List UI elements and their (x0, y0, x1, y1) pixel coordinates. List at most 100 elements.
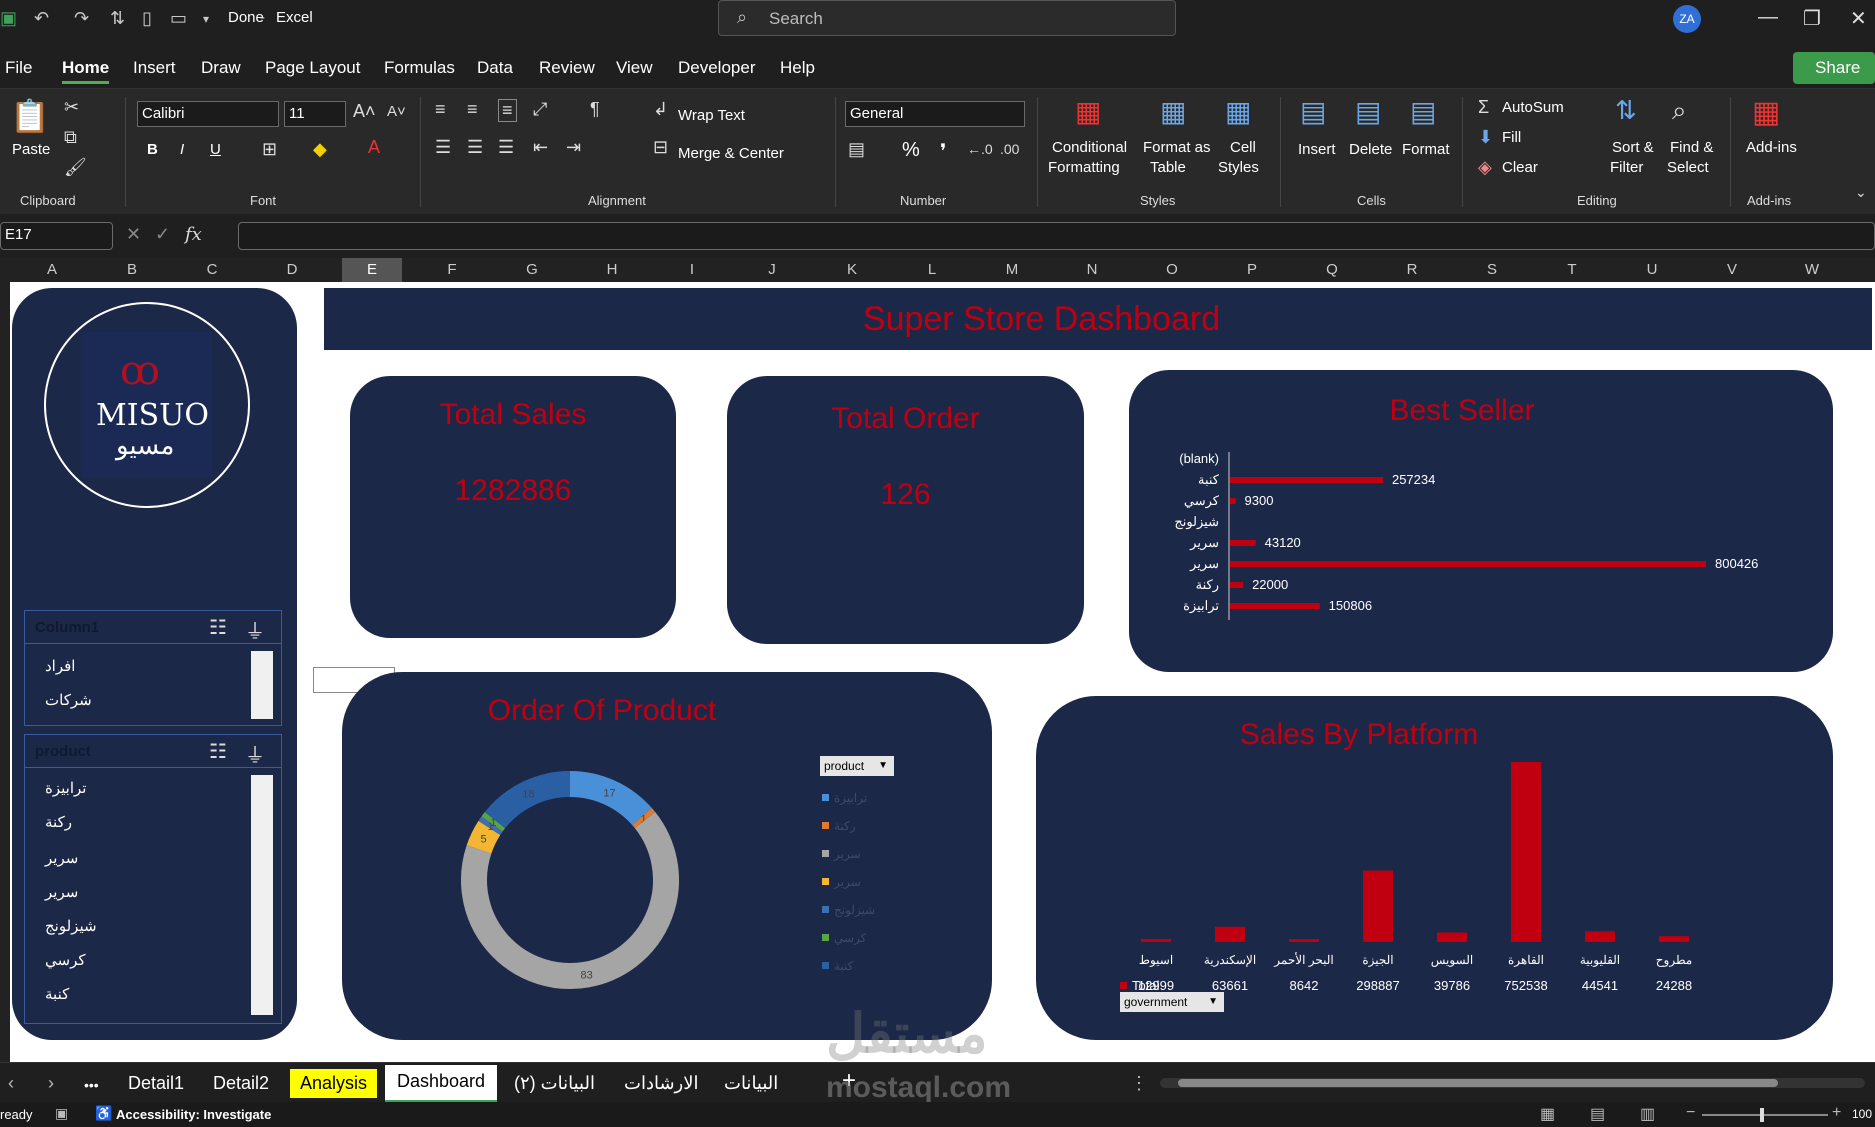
column-header[interactable]: K (822, 261, 882, 278)
cancel-formula-icon[interactable]: ✕ (126, 224, 141, 245)
restore-icon[interactable]: ❐ (1803, 6, 1821, 31)
autosum-icon[interactable]: Σ (1478, 97, 1489, 118)
italic-button[interactable]: I (180, 141, 184, 158)
slicer-item[interactable]: شيزلونج (45, 917, 97, 935)
column-header[interactable]: L (902, 261, 962, 278)
tab-detail1[interactable]: Detail1 (128, 1073, 184, 1094)
column-header[interactable]: G (502, 261, 562, 278)
column-header[interactable]: H (582, 261, 642, 278)
column-header[interactable]: W (1782, 261, 1842, 278)
more-tabs-icon[interactable]: ••• (84, 1077, 99, 1093)
decrease-indent-icon[interactable]: ⇤ (533, 137, 548, 158)
column1-slicer[interactable]: Column1 ☷ ⏚ افراد شركات (24, 610, 282, 726)
slicer-item[interactable]: ركنة (45, 813, 72, 831)
clear-filter-icon[interactable]: ⏚ (245, 615, 265, 644)
font-size-select[interactable]: 11 (284, 101, 346, 127)
align-center-icon[interactable]: ☰ (467, 137, 483, 158)
close-icon[interactable]: ✕ (1850, 6, 1867, 31)
minimize-icon[interactable]: — (1758, 6, 1778, 29)
font-color-icon[interactable]: A (368, 137, 380, 158)
slicer-scrollbar[interactable] (251, 775, 273, 1015)
percent-button[interactable]: % (902, 139, 920, 162)
page-layout-view-icon[interactable]: ▤ (1590, 1104, 1605, 1124)
column-header[interactable]: S (1462, 261, 1522, 278)
column-header[interactable]: N (1062, 261, 1122, 278)
column-header[interactable]: I (662, 261, 722, 278)
name-box[interactable]: E17 (0, 222, 113, 250)
add-ins-button[interactable]: Add-ins (1746, 139, 1797, 156)
slicer-item[interactable]: كنبة (45, 985, 69, 1003)
menu-help[interactable]: Help (780, 58, 815, 78)
menu-review[interactable]: Review (539, 58, 595, 78)
scroll-tabs-right-icon[interactable]: › (48, 1073, 54, 1094)
sort-filter-label-2[interactable]: Filter (1610, 159, 1643, 176)
tab-data[interactable]: البيانات (724, 1073, 778, 1094)
column-header[interactable]: B (102, 261, 162, 278)
slicer-item[interactable]: سرير (45, 849, 78, 867)
search-box[interactable]: ⌕ Search (718, 0, 1176, 36)
paste-button[interactable]: Paste (12, 141, 50, 158)
clear-button[interactable]: Clear (1502, 159, 1538, 176)
autosum-button[interactable]: AutoSum (1502, 99, 1564, 116)
fill-icon[interactable]: ⬇ (1478, 127, 1493, 148)
column-header[interactable]: D (262, 261, 322, 278)
increase-decimal-icon[interactable]: ←.0 (967, 141, 993, 157)
find-select-label-1[interactable]: Find & (1670, 139, 1713, 156)
menu-home[interactable]: Home (62, 58, 110, 84)
font-name-select[interactable]: Calibri (137, 101, 279, 127)
tab-instructions[interactable]: الارشادات (624, 1073, 699, 1094)
orientation-icon[interactable]: ⤢ (533, 99, 547, 120)
merge-center-icon[interactable]: ⊟ (653, 137, 668, 158)
menu-developer[interactable]: Developer (678, 58, 756, 78)
column-header[interactable]: C (182, 261, 242, 278)
page-break-view-icon[interactable]: ▥ (1640, 1104, 1655, 1124)
accounting-format-icon[interactable]: ▤ (848, 139, 865, 160)
tab-detail2[interactable]: Detail2 (213, 1073, 269, 1094)
cell-styles-label-1[interactable]: Cell (1230, 139, 1256, 156)
column-header[interactable]: J (742, 261, 802, 278)
tab-analysis[interactable]: Analysis (290, 1069, 378, 1098)
accessibility-icon[interactable]: ♿ (95, 1105, 112, 1122)
menu-insert[interactable]: Insert (133, 58, 176, 78)
merge-center-button[interactable]: Merge & Center (678, 145, 784, 162)
clear-icon[interactable]: ◈ (1478, 157, 1492, 178)
customize-qat-icon[interactable]: ▾ (203, 12, 209, 34)
scrollbar-thumb[interactable] (1178, 1079, 1778, 1087)
column-header[interactable]: F (422, 261, 482, 278)
paragraph-direction-icon[interactable]: ¶ (590, 99, 600, 120)
sort-icon[interactable]: ⇅ (110, 8, 125, 30)
menu-data[interactable]: Data (477, 58, 513, 78)
copy-icon[interactable]: ⧉ (64, 127, 77, 148)
menu-view[interactable]: View (616, 58, 653, 78)
collapse-ribbon-icon[interactable]: ⌄ (1855, 184, 1867, 201)
conditional-formatting-label-2[interactable]: Formatting (1048, 159, 1120, 176)
format-cells-icon[interactable]: ▤ (1410, 95, 1436, 128)
tab-dashboard[interactable]: Dashboard (385, 1065, 498, 1103)
format-cells-button[interactable]: Format (1402, 141, 1450, 158)
align-top-icon[interactable]: ≡ (435, 99, 446, 120)
fill-color-icon[interactable]: ◆ (313, 139, 327, 160)
column-header[interactable]: M (982, 261, 1042, 278)
insert-cells-icon[interactable]: ▤ (1300, 95, 1326, 128)
normal-view-icon[interactable]: ▦ (1540, 1104, 1555, 1124)
slicer-item[interactable]: ترابيزة (45, 779, 86, 797)
sort-filter-label-1[interactable]: Sort & (1612, 139, 1654, 156)
format-as-table-icon[interactable]: ▦ (1160, 95, 1186, 128)
column-header[interactable]: E (342, 258, 402, 282)
cut-icon[interactable]: ✂ (64, 97, 79, 118)
format-as-table-label-1[interactable]: Format as (1143, 139, 1211, 156)
borders-icon[interactable]: ⊞ (262, 139, 277, 160)
comma-button[interactable]: ❜ (940, 139, 946, 164)
wrap-text-icon[interactable]: ↲ (653, 99, 668, 120)
format-painter-icon[interactable]: 🖌 (64, 157, 87, 178)
column-header[interactable]: Q (1302, 261, 1362, 278)
redo-icon[interactable]: ↷ (74, 8, 89, 30)
undo-icon[interactable]: ↶ (34, 8, 49, 30)
align-middle-icon[interactable]: ≡ (467, 99, 478, 120)
product-slicer[interactable]: product ☷ ⏚ ترابيزة ركنة سرير سرير شيزلو… (24, 734, 282, 1024)
delete-cells-icon[interactable]: ▤ (1355, 95, 1381, 128)
product-filter-button[interactable]: product ▼ (820, 756, 894, 776)
zoom-in-icon[interactable]: + (1832, 1104, 1841, 1122)
cell-styles-icon[interactable]: ▦ (1225, 95, 1251, 128)
menu-file[interactable]: File (5, 58, 32, 78)
